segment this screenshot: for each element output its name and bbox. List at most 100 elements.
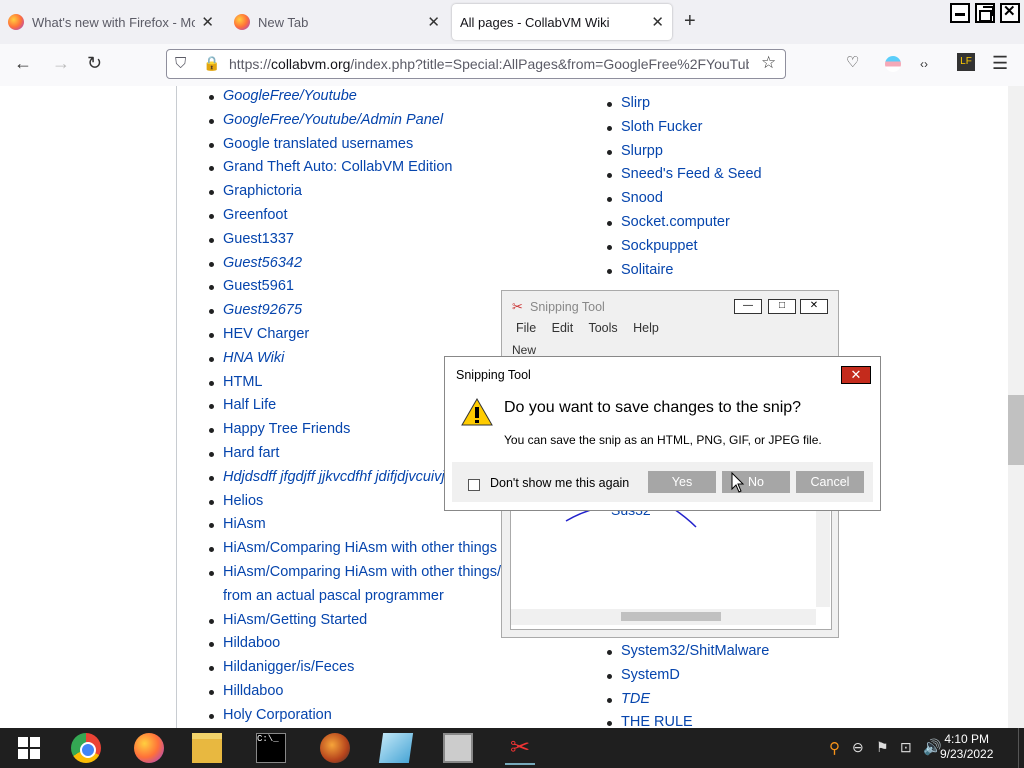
wiki-page-link[interactable]: from an actual pascal programmer xyxy=(209,585,515,609)
wiki-page-link[interactable]: Hilldaboo xyxy=(209,680,515,704)
menu-hamburger-icon[interactable]: ☰ xyxy=(992,53,1008,74)
flag-icon[interactable]: ⚑ xyxy=(876,739,889,756)
firefox-icon xyxy=(8,14,24,30)
snipping-tool-taskbar-icon[interactable]: ✂ xyxy=(505,733,535,765)
wiki-page-link[interactable]: Hildaboo xyxy=(209,632,515,656)
new-snip-label: New xyxy=(512,343,537,357)
wiki-page-link[interactable]: THE RULE xyxy=(607,711,769,728)
wiki-page-link[interactable]: Graphictoria xyxy=(209,180,515,204)
tab-all-pages[interactable]: All pages - CollabVM Wiki ✕ xyxy=(452,4,672,40)
content-border xyxy=(176,86,177,728)
yes-button[interactable]: Yes xyxy=(648,471,716,493)
wiki-page-link[interactable]: System32/ShitMalware xyxy=(607,640,769,664)
canvas-horizontal-scrollbar[interactable] xyxy=(511,609,816,625)
wiki-page-link[interactable]: Sloth Fucker xyxy=(607,116,762,140)
cancel-button[interactable]: Cancel xyxy=(796,471,864,493)
snip-close-button[interactable]: ✕ xyxy=(800,299,828,314)
wiki-page-link[interactable]: Guest56342 xyxy=(209,252,515,276)
notepad-icon[interactable] xyxy=(378,733,414,763)
snip-maximize-button[interactable]: □ xyxy=(768,299,796,314)
wiki-page-link[interactable]: HiAsm/Comparing HiAsm with other things xyxy=(209,537,515,561)
close-tab-icon[interactable]: ✕ xyxy=(427,13,440,31)
dialog-footer: Don't show me this again Yes No Cancel xyxy=(452,462,873,502)
command-prompt-icon[interactable]: C:\_ xyxy=(256,733,286,763)
wiki-page-link[interactable]: Greenfoot xyxy=(209,204,515,228)
app-taskbar-icon[interactable] xyxy=(320,733,350,763)
new-snip-button[interactable]: New xyxy=(512,343,536,357)
dialog-detail: You can save the snip as an HTML, PNG, G… xyxy=(504,433,822,447)
close-tab-icon[interactable]: ✕ xyxy=(201,13,214,31)
wiki-page-link[interactable]: Grand Theft Auto: CollabVM Edition xyxy=(209,156,515,180)
tab-firefox-whats-new[interactable]: What's new with Firefox - More ✕ xyxy=(0,4,222,40)
wiki-page-link[interactable]: Guest5961 xyxy=(209,275,515,299)
extension-dots-icon[interactable]: ‹› xyxy=(920,57,928,71)
clock-time: 4:10 PM xyxy=(944,732,990,746)
volume-icon[interactable]: 🔊 xyxy=(923,738,942,756)
tray-icon[interactable]: ⊖ xyxy=(852,739,864,756)
dont-show-again-label[interactable]: Don't show me this again xyxy=(490,476,629,490)
wiki-page-link[interactable]: Guest92675 xyxy=(209,299,515,323)
wiki-page-link[interactable]: Snood xyxy=(607,187,762,211)
save-changes-dialog[interactable]: Snipping Tool ✕ Do you want to save chan… xyxy=(444,356,881,511)
restore-window-button[interactable] xyxy=(975,3,995,23)
dont-show-again-checkbox[interactable] xyxy=(468,479,480,491)
extension-lf-icon[interactable]: LF xyxy=(957,53,975,71)
back-arrow-icon[interactable]: ← xyxy=(14,53,32,74)
windows-taskbar: C:\_ ✂ ⚲ ⊖ ⚑ ⊡ 🔊 4:10 PM 9/23/2022 xyxy=(0,728,1024,768)
chrome-icon[interactable] xyxy=(71,733,101,763)
new-tab-button[interactable]: + xyxy=(684,10,696,33)
dialog-title: Snipping Tool xyxy=(456,368,531,382)
wiki-page-link[interactable]: Guest1337 xyxy=(209,228,515,252)
wiki-page-link[interactable]: HiAsm/Getting Started xyxy=(209,609,515,633)
wiki-page-link[interactable]: Hildanigger/is/Feces xyxy=(209,656,515,680)
system-clock[interactable]: 4:10 PM 9/23/2022 xyxy=(940,732,993,762)
minimize-window-button[interactable] xyxy=(950,3,970,23)
scrollbar-thumb[interactable] xyxy=(1008,395,1024,465)
wiki-page-link[interactable]: HiAsm/Comparing HiAsm with other things/… xyxy=(209,561,515,585)
wiki-page-link[interactable]: HEV Charger xyxy=(209,323,515,347)
snipping-tool-title: Snipping Tool xyxy=(530,300,605,314)
file-explorer-icon[interactable] xyxy=(192,733,222,763)
wiki-page-link[interactable]: HiAsm xyxy=(209,513,515,537)
wiki-page-link[interactable]: GoogleFree/Youtube xyxy=(209,86,515,109)
show-desktop-button[interactable] xyxy=(1018,728,1024,768)
shield-icon[interactable]: ⛉ xyxy=(175,55,186,72)
wiki-page-link[interactable]: SystemD xyxy=(607,664,769,688)
menu-tools[interactable]: Tools xyxy=(588,321,617,335)
forward-arrow-icon[interactable]: → xyxy=(52,53,70,74)
wiki-page-link[interactable]: Google translated usernames xyxy=(209,133,515,157)
wiki-page-link[interactable]: Slirp xyxy=(607,92,762,116)
pocket-icon[interactable]: ♡ xyxy=(846,53,859,71)
wiki-page-link[interactable]: GoogleFree/Youtube/Admin Panel xyxy=(209,109,515,133)
canvas-vertical-scrollbar[interactable] xyxy=(816,507,830,607)
snip-canvas[interactable]: Sus32 xyxy=(510,506,832,630)
dialog-close-button[interactable]: ✕ xyxy=(841,366,871,384)
bookmark-star-icon[interactable]: ☆ xyxy=(761,53,776,73)
menu-edit[interactable]: Edit xyxy=(552,321,574,335)
canvas-hscroll-thumb[interactable] xyxy=(621,612,721,621)
lock-icon[interactable]: 🔒 xyxy=(203,55,220,72)
extension-icon[interactable] xyxy=(885,56,901,72)
network-icon[interactable]: ⊡ xyxy=(900,739,912,756)
snip-minimize-button[interactable]: — xyxy=(734,299,762,314)
reload-icon[interactable]: ↻ xyxy=(87,53,102,74)
firefox-taskbar-icon[interactable] xyxy=(134,733,164,763)
search-icon[interactable]: ⚲ xyxy=(829,739,840,757)
windows-start-icon[interactable] xyxy=(14,733,44,763)
menu-file[interactable]: File xyxy=(516,321,536,335)
close-window-button[interactable]: ✕ xyxy=(1000,3,1020,23)
address-bar[interactable]: ⛉ 🔒 https://collabvm.org/index.php?title… xyxy=(166,49,786,79)
wiki-page-link[interactable]: Socket.computer xyxy=(607,211,762,235)
wiki-page-link[interactable]: TDE xyxy=(607,688,769,712)
archive-app-icon[interactable] xyxy=(443,733,473,763)
wiki-page-link[interactable]: Sockpuppet xyxy=(607,235,762,259)
wiki-page-link[interactable]: Slurpp xyxy=(607,140,762,164)
tab-title: New Tab xyxy=(258,14,309,30)
wiki-page-link[interactable]: Sneed's Feed & Seed xyxy=(607,163,762,187)
tab-new-tab[interactable]: New Tab ✕ xyxy=(226,4,448,40)
wiki-page-link[interactable]: Holy Corporation xyxy=(209,704,515,728)
close-tab-icon[interactable]: ✕ xyxy=(651,13,664,31)
menu-help[interactable]: Help xyxy=(633,321,659,335)
wiki-page-link[interactable]: Solitaire xyxy=(607,259,762,283)
url-text[interactable]: https://collabvm.org/index.php?title=Spe… xyxy=(229,56,749,72)
